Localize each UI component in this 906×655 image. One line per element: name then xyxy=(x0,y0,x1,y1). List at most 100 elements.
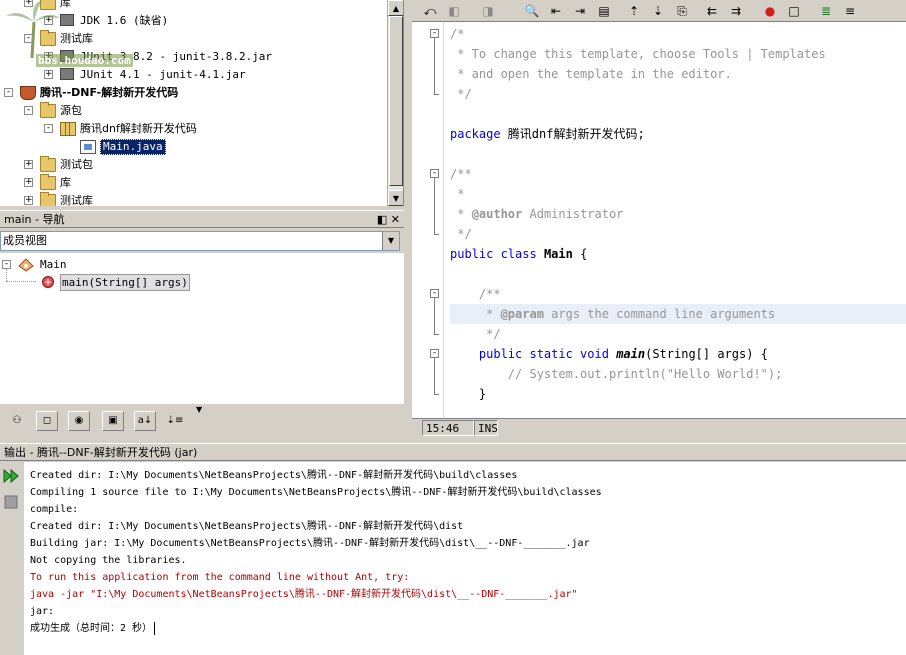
last-edit-icon[interactable]: ⤺ xyxy=(420,2,440,20)
sort-alpha-icon[interactable]: a↓ xyxy=(134,411,156,431)
java-project-icon xyxy=(20,86,36,100)
project-tree-row-label: 库 xyxy=(60,0,71,9)
code-token: public static void xyxy=(478,347,609,361)
expand-icon[interactable]: + xyxy=(44,16,53,25)
code-editor[interactable]: - - - - /* * To change this template, choos… xyxy=(412,22,906,418)
code-line[interactable]: public class Main { xyxy=(450,244,587,264)
back-icon[interactable]: ◧ xyxy=(444,2,464,20)
output-console[interactable]: Created dir: I:\My Documents\NetBeansPro… xyxy=(24,462,906,655)
scroll-up-arrow-icon[interactable]: ▲ xyxy=(388,0,403,16)
expand-icon[interactable]: + xyxy=(44,70,53,79)
filter-menu-icon[interactable]: ⇣≡ xyxy=(164,411,186,431)
next-bookmark-icon[interactable]: ⇣ xyxy=(648,2,668,20)
expand-icon[interactable]: + xyxy=(24,196,33,205)
fold-toggle-icon[interactable]: - xyxy=(430,29,439,38)
code-token: main xyxy=(616,347,646,361)
find-icon[interactable]: 🔍 xyxy=(522,2,542,20)
project-tree-scrollbar[interactable]: ▲ ▼ xyxy=(387,0,403,206)
project-tree-row[interactable]: + 测试库 xyxy=(0,192,388,206)
cursor-position: 15:46 xyxy=(422,420,474,436)
navigator-window-buttons[interactable]: ◧ ✕ xyxy=(377,211,400,228)
code-line[interactable]: /** xyxy=(450,284,501,304)
project-tree-row-label: 源包 xyxy=(60,104,82,117)
project-tree-row[interactable]: + 测试包 xyxy=(0,156,388,174)
code-line[interactable]: */ xyxy=(450,324,500,344)
code-line[interactable]: */ xyxy=(450,84,471,104)
code-line[interactable]: package 腾讯dnf解封新开发代码; xyxy=(450,124,645,144)
stop-macro-icon[interactable]: □ xyxy=(784,2,804,20)
navigator-title-bar: main - 导航 ◧ ✕ xyxy=(0,210,404,228)
output-line: To run this application from the command… xyxy=(30,572,410,583)
fold-toggle-icon[interactable]: - xyxy=(430,289,439,298)
expand-icon[interactable]: + xyxy=(24,0,33,7)
toggle-bookmark-icon[interactable]: ⎘ xyxy=(672,2,692,20)
code-line[interactable]: /* xyxy=(450,24,464,44)
show-fields-icon[interactable]: ◻ xyxy=(36,411,58,431)
code-line[interactable]: /** xyxy=(450,164,472,184)
previous-bookmark-icon[interactable]: ⇡ xyxy=(624,2,644,20)
project-tree-row[interactable]: + JDK 1.6 (缺省) xyxy=(0,12,388,30)
folder-icon xyxy=(40,192,56,206)
shift-right-icon[interactable]: ⇉ xyxy=(726,2,746,20)
uncomment-icon[interactable]: ≡ xyxy=(840,2,860,20)
output-line: 成功生成（总时间：2 秒） xyxy=(30,620,156,637)
vertical-splitter[interactable] xyxy=(404,0,412,437)
expand-icon[interactable]: + xyxy=(24,160,33,169)
expand-icon[interactable]: + xyxy=(44,52,53,61)
project-tree-row[interactable]: - 源包 xyxy=(0,102,388,120)
chevron-down-icon[interactable]: ▼ xyxy=(196,405,202,414)
find-next-icon[interactable]: ⇥ xyxy=(570,2,590,20)
group-icon[interactable]: ⚇ xyxy=(6,411,28,431)
output-line: Created dir: I:\My Documents\NetBeansPro… xyxy=(30,470,518,481)
code-token: Administrator xyxy=(522,207,624,221)
fold-guide xyxy=(434,38,435,94)
code-line[interactable]: } xyxy=(450,384,486,404)
collapse-icon[interactable]: - xyxy=(2,260,11,269)
project-tree-row[interactable]: Main.java xyxy=(0,138,388,156)
project-tree-row-label: 测试库 xyxy=(60,32,93,45)
collapse-icon[interactable]: - xyxy=(24,106,33,115)
fold-toggle-icon[interactable]: - xyxy=(430,349,439,358)
scrollbar-thumb[interactable] xyxy=(389,16,403,186)
code-line[interactable]: public static void main(String[] args) { xyxy=(450,344,768,364)
code-token: */ xyxy=(450,227,472,241)
project-tree-row[interactable]: + 库 xyxy=(0,174,388,192)
jar-icon xyxy=(60,14,74,26)
scroll-down-arrow-icon[interactable]: ▼ xyxy=(388,190,403,206)
project-tree-row[interactable]: + 库 xyxy=(0,0,388,12)
project-tree-row[interactable]: - 腾讯dnf解封新开发代码 xyxy=(0,120,388,138)
code-token: (String[] args) { xyxy=(645,347,768,361)
code-line[interactable]: * @param args the command line arguments xyxy=(450,304,906,324)
project-tree-row[interactable]: + JUnit 4.1 - junit-4.1.jar xyxy=(0,66,388,84)
code-line[interactable]: * and open the template in the editor. xyxy=(450,64,732,84)
collapse-icon[interactable]: - xyxy=(4,88,13,97)
output-line: Not copying the libraries. xyxy=(30,555,187,566)
rerun-icon[interactable] xyxy=(3,468,19,484)
start-macro-icon[interactable]: ● xyxy=(760,2,780,20)
member-view-select[interactable]: 成员视图 ▼ xyxy=(0,231,400,251)
code-line[interactable]: * To change this template, choose Tools … xyxy=(450,44,825,64)
project-tree-row[interactable]: - 测试库 xyxy=(0,30,388,48)
stop-icon[interactable] xyxy=(3,494,19,510)
fold-toggle-icon[interactable]: - xyxy=(430,169,439,178)
collapse-icon[interactable]: - xyxy=(24,34,33,43)
code-line[interactable]: */ xyxy=(450,224,472,244)
expand-icon[interactable]: + xyxy=(24,178,33,187)
lock-icon[interactable]: ▣ xyxy=(102,411,124,431)
project-tree-row[interactable]: + JUnit 3.8.2 - junit-3.8.2.jar xyxy=(0,48,388,66)
project-tree-row[interactable]: - 腾讯--DNF-解封新开发代码 xyxy=(0,84,388,102)
shift-left-icon[interactable]: ⇇ xyxy=(702,2,722,20)
forward-icon[interactable]: ◨ xyxy=(478,2,498,20)
chevron-down-icon[interactable]: ▼ xyxy=(382,232,399,250)
show-static-icon[interactable]: ◉ xyxy=(68,411,90,431)
code-line[interactable]: * @author Administrator xyxy=(450,204,623,224)
toggle-highlight-icon[interactable]: ▤ xyxy=(594,2,614,20)
collapse-icon[interactable]: - xyxy=(44,124,53,133)
comment-icon[interactable]: ≣ xyxy=(816,2,836,20)
output-line: Compiling 1 source file to I:\My Documen… xyxy=(30,487,602,498)
code-line[interactable]: // System.out.println("Hello World!"); xyxy=(450,364,783,384)
project-tree-row-label: JUnit 3.8.2 - junit-3.8.2.jar xyxy=(80,50,273,63)
find-previous-icon[interactable]: ⇤ xyxy=(546,2,566,20)
project-tree-row-label: 测试包 xyxy=(60,158,93,171)
code-line[interactable]: * xyxy=(450,184,464,204)
